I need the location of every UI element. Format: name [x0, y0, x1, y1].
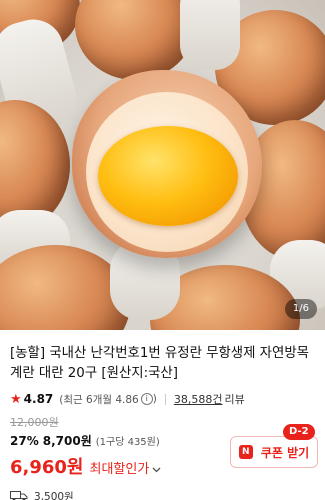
egg-yolk — [98, 126, 238, 226]
egg-top-center — [75, 0, 195, 80]
coupon-deadline-badge: D-2 — [283, 424, 315, 440]
delivery-fee: 3,500원 — [34, 491, 74, 500]
product-info: [농할] 국내산 난각번호1번 유정란 무항생제 자연방목 계란 대란 20구 … — [0, 330, 325, 500]
truck-icon — [10, 491, 28, 500]
discounted-price: 8,700원 — [42, 434, 92, 448]
delivery-row: 3,500원 — [10, 489, 315, 500]
rating-recent-close: ) — [152, 393, 157, 405]
divider — [164, 393, 166, 405]
coupon-label: 쿠폰 받기 — [260, 445, 310, 460]
max-discount-label[interactable]: 최대할인가 — [90, 458, 150, 477]
rating-row[interactable]: ★ 4.87 (최근 6개월 4.86 i ) 38,588건 리뷰 — [10, 390, 315, 408]
coupon-icon: N — [238, 445, 253, 459]
review-label[interactable]: 리뷰 — [224, 391, 244, 407]
chevron-down-icon[interactable] — [152, 463, 161, 476]
coupon-button[interactable]: N 쿠폰 받기 — [230, 436, 318, 468]
product-title[interactable]: [농할] 국내산 난각번호1번 유정란 무항생제 자연방목 계란 대란 20구 … — [10, 344, 310, 384]
final-price: 6,960원 — [10, 457, 84, 478]
unit-price: (1구당 435원) — [95, 437, 160, 448]
rating-recent: (최근 6개월 4.86 — [59, 393, 139, 406]
rating-score: 4.87 — [23, 392, 54, 406]
coupon-area[interactable]: N 쿠폰 받기 D-2 — [230, 424, 318, 470]
product-image-gallery[interactable]: 1/6 — [0, 0, 325, 330]
info-icon[interactable]: i — [140, 393, 153, 405]
tray-divider — [180, 0, 240, 70]
gallery-counter: 1/6 — [284, 299, 317, 319]
discount-rate: 27% — [10, 434, 39, 448]
star-icon: ★ — [10, 391, 22, 407]
review-count-link[interactable]: 38,588건 — [174, 391, 223, 407]
